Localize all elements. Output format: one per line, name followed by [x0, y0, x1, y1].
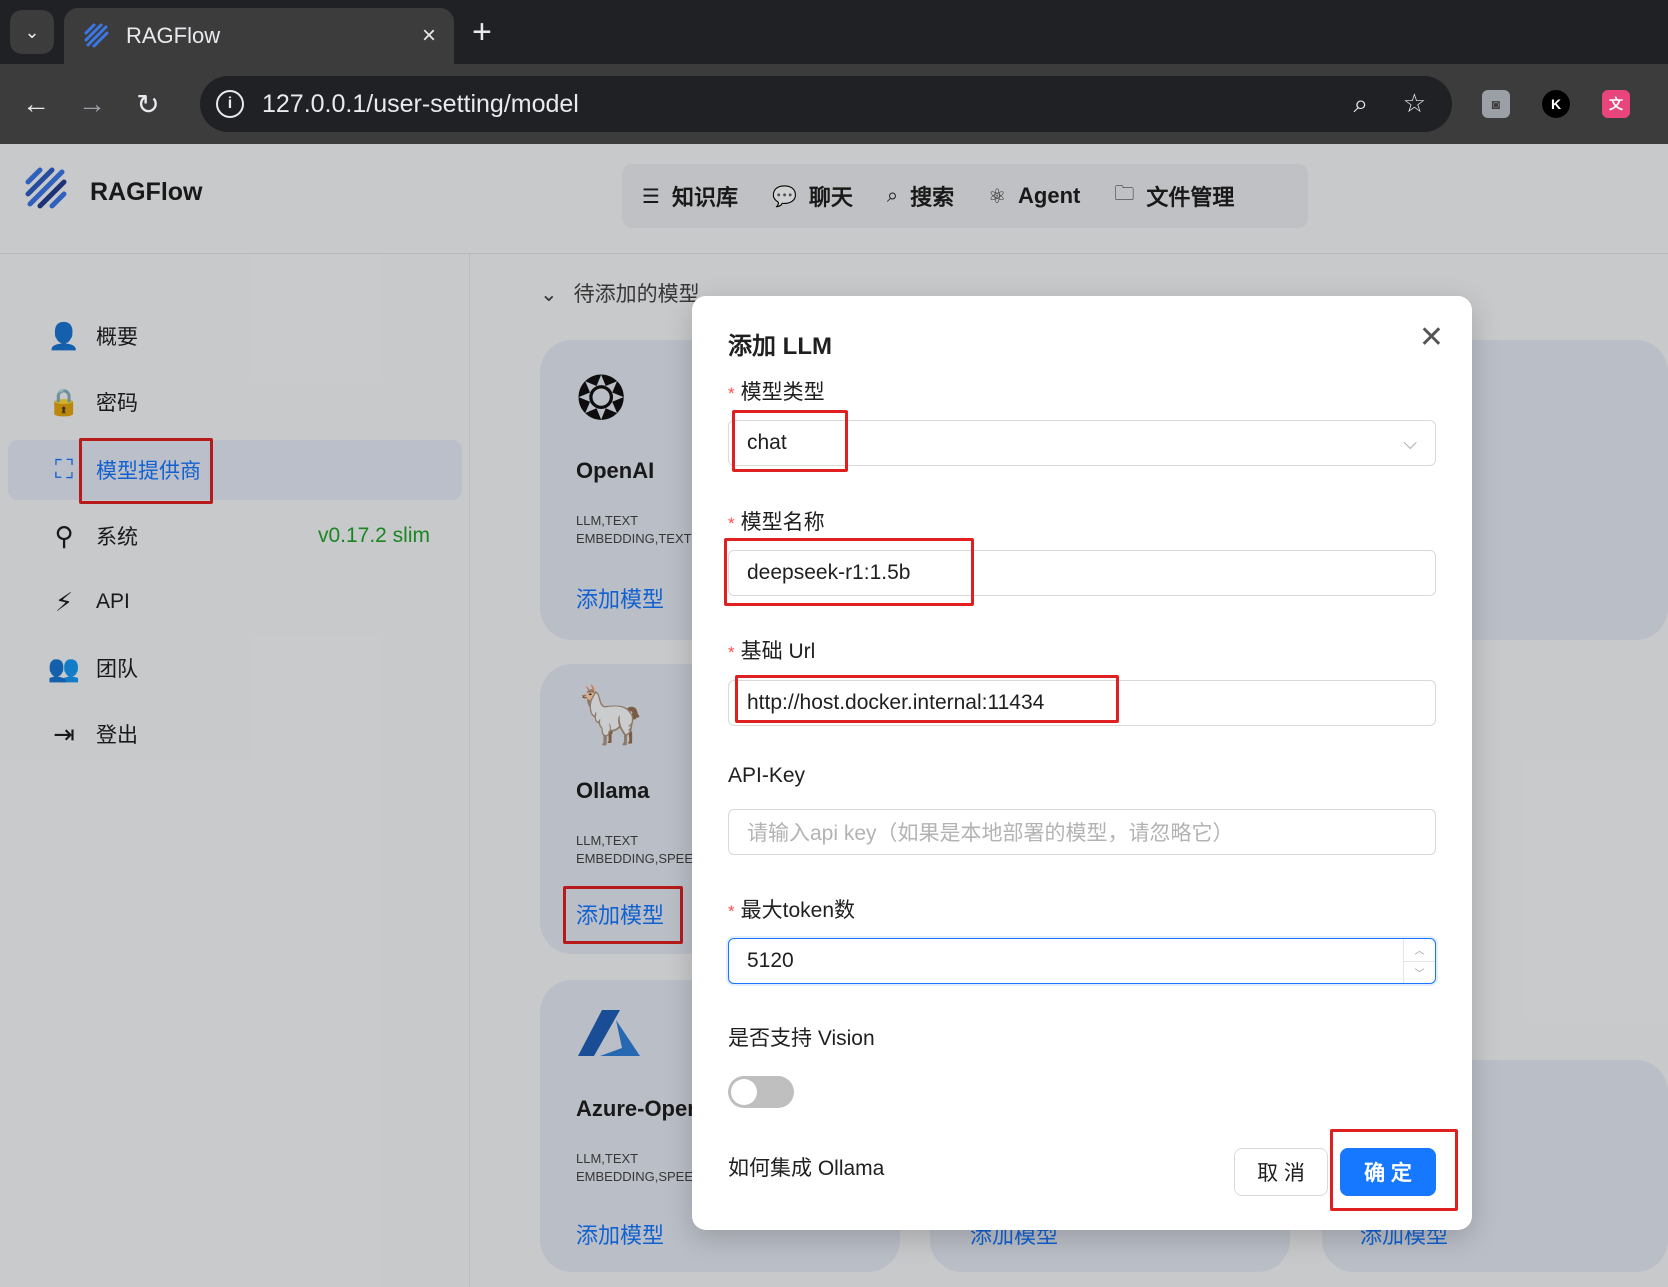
browser-tabstrip: ⌄ RAGFlow × +	[0, 0, 1668, 64]
highlight-box-confirm	[1330, 1129, 1458, 1211]
tab-close-icon[interactable]: ×	[422, 22, 436, 50]
vision-toggle[interactable]	[728, 1076, 794, 1108]
increment-icon[interactable]: ︿	[1404, 939, 1435, 962]
site-info-icon[interactable]: i	[216, 90, 244, 118]
model-name-label: * 模型名称	[728, 506, 825, 536]
browser-tab[interactable]: RAGFlow ×	[64, 8, 454, 64]
input-placeholder: 请输入api key（如果是本地部署的模型，请忽略它）	[747, 822, 1234, 845]
highlight-box-base-url	[735, 675, 1119, 723]
required-asterisk-icon: *	[728, 384, 735, 403]
toggle-knob	[731, 1079, 757, 1105]
cancel-button[interactable]: 取 消	[1234, 1148, 1328, 1196]
close-icon[interactable]: ✕	[1419, 320, 1444, 355]
zoom-icon[interactable]: ⌕	[1353, 88, 1368, 120]
highlight-box-model-type	[732, 410, 848, 472]
browser-toolbar: ← → ↻ i 127.0.0.1/user-setting/model ⌕ ☆…	[0, 64, 1668, 144]
address-bar[interactable]: i 127.0.0.1/user-setting/model ⌕ ☆	[200, 76, 1452, 132]
tab-search-button[interactable]: ⌄	[10, 10, 54, 54]
number-stepper: ︿ ﹀	[1403, 939, 1435, 983]
highlight-box-model-name	[724, 538, 974, 606]
k-extension-icon[interactable]: K	[1542, 90, 1570, 118]
vision-label: 是否支持 Vision	[728, 1027, 875, 1050]
translate-extension-icon[interactable]: 文	[1602, 90, 1630, 118]
forward-icon[interactable]: →	[72, 84, 112, 124]
bookmark-star-icon[interactable]: ☆	[1403, 88, 1426, 119]
label-text: 模型类型	[740, 381, 825, 404]
decrement-icon[interactable]: ﹀	[1404, 962, 1435, 984]
modal-title: 添加 LLM	[728, 333, 832, 360]
model-type-label: * 模型类型	[728, 376, 825, 406]
tab-title: RAGFlow	[126, 23, 221, 48]
base-url-label: * 基础 Url	[728, 635, 815, 665]
input-value: 5120	[747, 949, 794, 972]
required-asterisk-icon: *	[728, 902, 735, 921]
required-asterisk-icon: *	[728, 514, 735, 533]
max-token-input[interactable]: 5120 ︿ ﹀	[728, 938, 1436, 984]
label-text: 最大token数	[740, 899, 855, 922]
label-text: 模型名称	[740, 511, 825, 534]
camera-extension-icon[interactable]: ◙	[1482, 90, 1510, 118]
max-token-label: * 最大token数	[728, 894, 855, 924]
url-text[interactable]: 127.0.0.1/user-setting/model	[262, 90, 579, 119]
back-icon[interactable]: ←	[16, 84, 56, 124]
reload-icon[interactable]: ↻	[128, 84, 168, 124]
chevron-down-icon: ⌄	[24, 21, 40, 42]
new-tab-button[interactable]: +	[472, 14, 492, 50]
ragflow-favicon-icon	[84, 23, 109, 48]
chevron-down-icon: ⌵	[1403, 432, 1417, 453]
required-asterisk-icon: *	[728, 643, 735, 662]
label-text: 基础 Url	[740, 640, 816, 663]
howto-ollama-link[interactable]: 如何集成 Ollama	[728, 1152, 884, 1182]
api-key-label: API-Key	[728, 764, 806, 787]
api-key-input[interactable]: 请输入api key（如果是本地部署的模型，请忽略它）	[728, 809, 1436, 855]
